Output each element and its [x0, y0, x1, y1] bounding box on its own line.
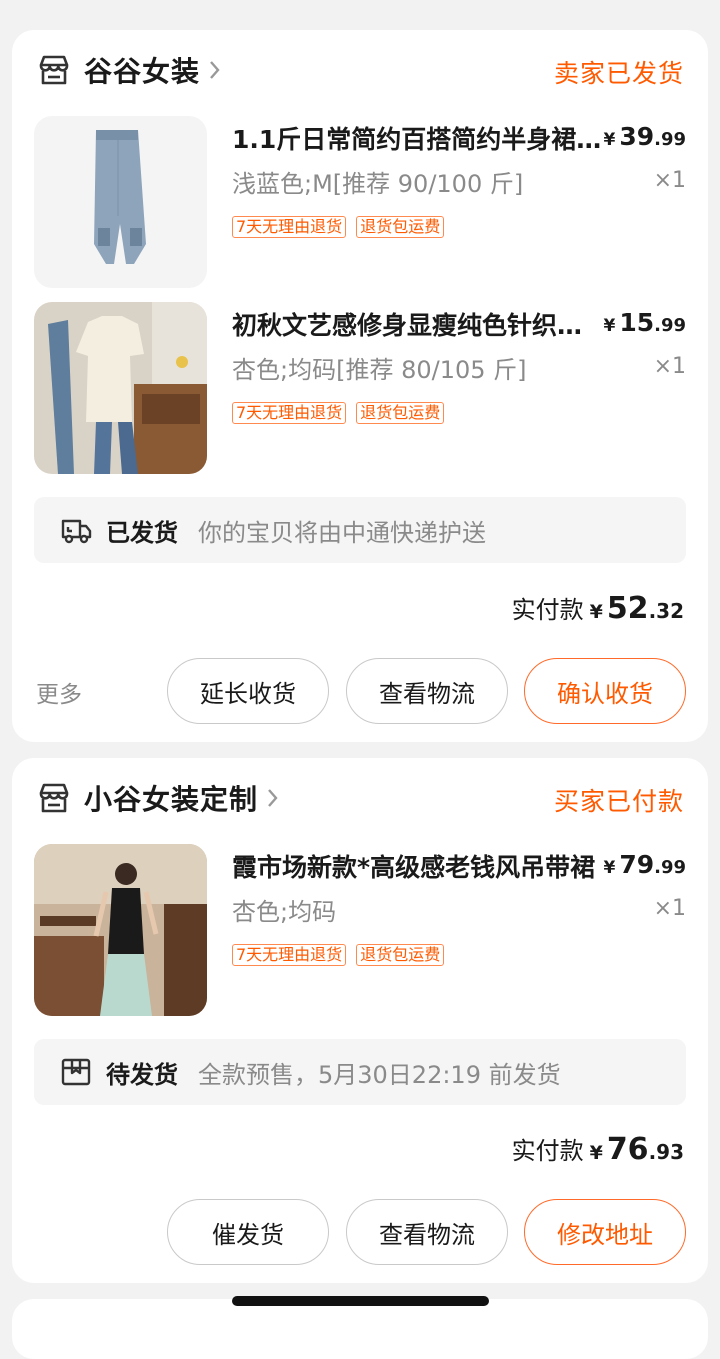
order-card: 小谷女装定制 买家已付款 霞市场新款*高级感老钱风吊带裙 ¥79.99 杏色;均… — [12, 758, 708, 1283]
shop-name[interactable]: 小谷女装定制 — [84, 778, 258, 818]
free-return-shipping-tag: 退货包运费 — [356, 944, 445, 966]
store-icon — [36, 780, 72, 816]
shipping-status[interactable]: 待发货 全款预售，5月30日22:19 前发货 — [34, 1039, 686, 1105]
confirm-receipt-button[interactable]: 确认收货 — [524, 658, 686, 724]
order-status: 卖家已发货 — [553, 59, 684, 88]
shipping-description: 你的宝贝将由中通快递护送 — [198, 518, 486, 547]
product-title[interactable]: 1.1斤日常简约百搭简约半身裙春夏 — [232, 120, 602, 156]
product-sku: 杏色;均码 — [232, 898, 337, 926]
chevron-right-icon — [266, 787, 280, 809]
shipping-status[interactable]: 已发货 你的宝贝将由中通快递护送 — [34, 497, 686, 563]
price-decimal: .99 — [654, 129, 686, 150]
order-status: 买家已付款 — [553, 787, 684, 816]
return-policy-tag: 7天无理由退货 — [232, 402, 347, 424]
shop-name[interactable]: 谷谷女装 — [84, 50, 200, 90]
return-policy-tag: 7天无理由退货 — [232, 216, 347, 238]
more-actions-link[interactable]: 更多 — [36, 675, 82, 709]
product-sku: 杏色;均码[推荐 80/105 斤] — [232, 356, 527, 384]
shipping-title: 待发货 — [106, 1060, 178, 1089]
product-quantity: ×1 — [653, 896, 686, 921]
order-item[interactable]: 1.1斤日常简约百搭简约半身裙春夏 ¥39.99 浅蓝色;M[推荐 90/100… — [34, 116, 686, 288]
free-return-shipping-tag: 退货包运费 — [356, 402, 445, 424]
total-label: 实付款 — [511, 596, 584, 624]
total-decimal: .32 — [648, 599, 684, 623]
shop-header[interactable]: 谷谷女装 — [36, 50, 222, 90]
service-tags: 7天无理由退货 退货包运费 — [232, 944, 445, 966]
product-image[interactable] — [34, 302, 207, 474]
order-card: 谷谷女装 卖家已发货 1.1斤日常简约百搭简约半身裙春夏 ¥39.99 浅蓝色;… — [12, 30, 708, 742]
product-sku: 浅蓝色;M[推荐 90/100 斤] — [232, 170, 524, 198]
order-item[interactable]: 初秋文艺感修身显瘦纯色针织上衣 ¥15.99 杏色;均码[推荐 80/105 斤… — [34, 302, 686, 474]
order-card-partial — [12, 1299, 708, 1359]
service-tags: 7天无理由退货 退货包运费 — [232, 216, 445, 238]
product-price: ¥79.99 — [603, 850, 686, 879]
edit-address-button[interactable]: 修改地址 — [524, 1199, 686, 1265]
total-decimal: .93 — [648, 1140, 684, 1164]
order-total: 实付款 ¥ 76 .93 — [512, 1131, 684, 1167]
view-logistics-button[interactable]: 查看物流 — [346, 1199, 508, 1265]
currency-symbol: ¥ — [603, 858, 616, 878]
return-policy-tag: 7天无理由退货 — [232, 944, 347, 966]
shop-header[interactable]: 小谷女装定制 — [36, 778, 280, 818]
shipping-title: 已发货 — [106, 518, 178, 547]
price-integer: 39 — [619, 122, 655, 151]
shipping-description: 全款预售，5月30日22:19 前发货 — [198, 1060, 561, 1089]
urge-shipment-button[interactable]: 催发货 — [167, 1199, 329, 1265]
product-quantity: ×1 — [653, 168, 686, 193]
free-return-shipping-tag: 退货包运费 — [356, 216, 445, 238]
currency-symbol: ¥ — [589, 601, 603, 623]
price-decimal: .99 — [654, 315, 686, 336]
currency-symbol: ¥ — [589, 1142, 603, 1164]
home-indicator[interactable] — [232, 1296, 489, 1306]
extend-receipt-button[interactable]: 延长收货 — [167, 658, 329, 724]
order-total: 实付款 ¥ 52 .32 — [512, 590, 684, 626]
total-label: 实付款 — [511, 1137, 584, 1165]
price-integer: 79 — [619, 850, 655, 879]
store-icon — [36, 52, 72, 88]
product-image[interactable] — [34, 844, 207, 1016]
service-tags: 7天无理由退货 退货包运费 — [232, 402, 445, 424]
currency-symbol: ¥ — [603, 316, 616, 336]
product-image[interactable] — [34, 116, 207, 288]
product-title[interactable]: 霞市场新款*高级感老钱风吊带裙 — [232, 848, 602, 884]
truck-icon — [60, 514, 92, 546]
total-integer: 76 — [606, 1132, 649, 1167]
product-title[interactable]: 初秋文艺感修身显瘦纯色针织上衣 — [232, 306, 602, 342]
package-icon — [60, 1056, 92, 1088]
currency-symbol: ¥ — [603, 130, 616, 150]
price-decimal: .99 — [654, 857, 686, 878]
order-item[interactable]: 霞市场新款*高级感老钱风吊带裙 ¥79.99 杏色;均码 ×1 7天无理由退货 … — [34, 844, 686, 1016]
price-integer: 15 — [619, 308, 655, 337]
product-quantity: ×1 — [653, 354, 686, 379]
product-price: ¥15.99 — [603, 308, 686, 337]
chevron-right-icon — [208, 59, 222, 81]
view-logistics-button[interactable]: 查看物流 — [346, 658, 508, 724]
total-integer: 52 — [606, 591, 649, 626]
product-price: ¥39.99 — [603, 122, 686, 151]
